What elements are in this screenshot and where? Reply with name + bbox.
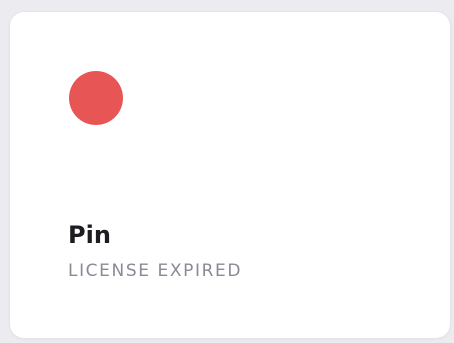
device-card[interactable]: Pin LICENSE EXPIRED [10, 12, 450, 338]
license-status-label: LICENSE EXPIRED [68, 261, 243, 281]
status-indicator-icon [69, 71, 123, 125]
device-name: Pin [68, 221, 111, 249]
